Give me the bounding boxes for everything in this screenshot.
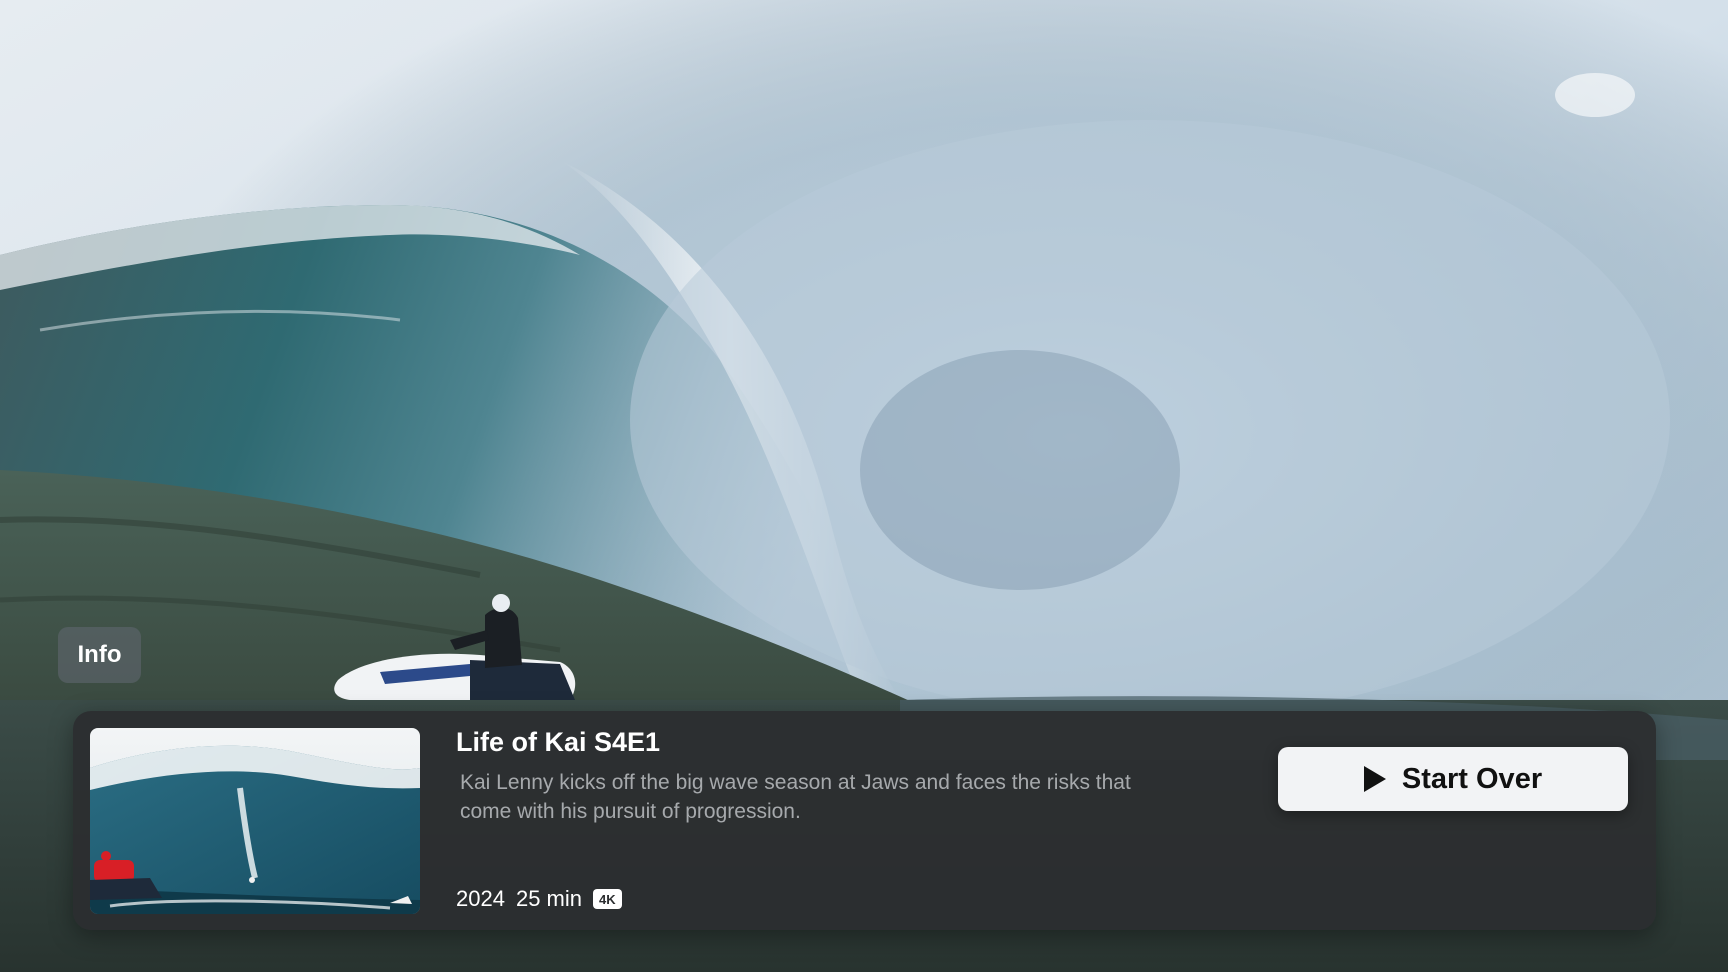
episode-thumbnail[interactable] xyxy=(90,728,420,914)
info-tab-label: Info xyxy=(77,641,122,668)
video-player-screen: Info Life of Kai S4E1 Kai Lenny kicks of… xyxy=(0,0,1728,972)
episode-year: 2024 xyxy=(456,886,505,911)
episode-metadata: 2024 25 min 4K xyxy=(456,886,622,912)
episode-description: Kai Lenny kicks off the big wave season … xyxy=(460,771,1131,823)
episode-duration: 25 min xyxy=(515,886,582,911)
episode-thumbnail-image xyxy=(90,728,420,914)
episode-info-panel: Life of Kai S4E1 Kai Lenny kicks off the… xyxy=(73,711,1656,930)
episode-title: Life of Kai S4E1 xyxy=(456,727,661,757)
play-icon xyxy=(1363,766,1386,792)
quality-badge: 4K xyxy=(593,889,622,909)
start-over-button[interactable]: Start Over xyxy=(1278,747,1628,811)
start-over-label: Start Over xyxy=(1401,762,1543,795)
info-tab[interactable]: Info xyxy=(58,627,141,683)
